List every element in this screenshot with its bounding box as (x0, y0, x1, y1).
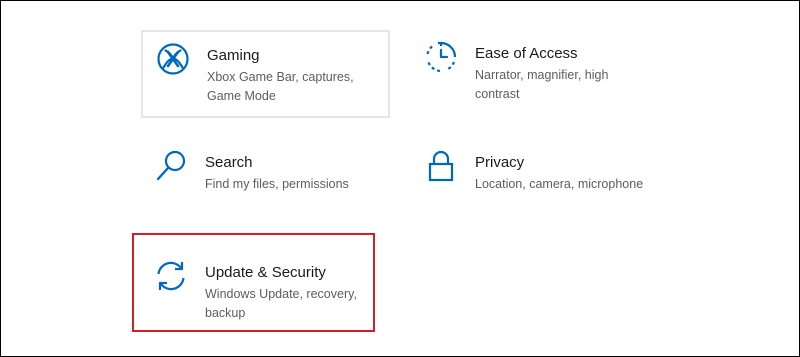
search-icon (154, 149, 188, 183)
tile-description: Location, camera, microphone (475, 177, 644, 191)
tile-description: Xbox Game Bar, captures, Game Mode (207, 70, 354, 103)
settings-tile-search[interactable]: Search Find my files, permissions (141, 139, 390, 227)
settings-tile-privacy[interactable]: Privacy Location, camera, microphone (411, 139, 660, 227)
settings-window: Gaming Xbox Game Bar, captures, Game Mod… (0, 0, 800, 357)
highlight-annotation-box (132, 233, 375, 332)
tile-title: Gaming (207, 47, 260, 64)
tile-title: Ease of Access (475, 45, 578, 62)
xbox-icon (156, 42, 190, 76)
tile-description: Narrator, magnifier, high contrast (475, 68, 609, 101)
tile-title: Privacy (475, 154, 525, 171)
settings-tile-ease-of-access[interactable]: Ease of Access Narrator, magnifier, high… (411, 30, 660, 118)
tile-title: Search (205, 154, 253, 171)
ease-of-access-icon (424, 40, 458, 74)
settings-tile-gaming[interactable]: Gaming Xbox Game Bar, captures, Game Mod… (141, 30, 390, 118)
tile-description: Find my files, permissions (205, 177, 349, 191)
lock-icon (424, 149, 458, 183)
